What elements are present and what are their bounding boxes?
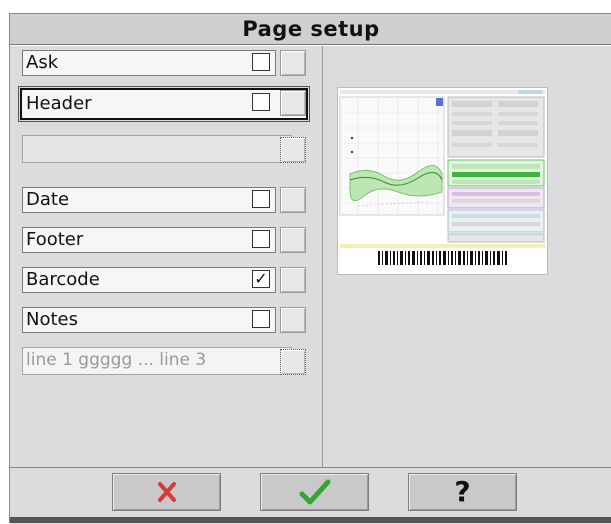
option-row-notes: Notes [14,305,320,337]
footer-option-button[interactable] [280,227,306,253]
option-row-blank [14,131,320,163]
cancel-button[interactable] [112,473,221,511]
dialog-action-bar: ? [10,467,611,524]
barcode-checkbox[interactable]: ✓ [252,270,270,288]
notes-checkbox[interactable] [252,310,270,328]
help-button[interactable]: ? [408,473,517,511]
option-row-date: Date [14,185,320,217]
options-panel: Ask Header Date Footer Barcode ✓ Notes l… [10,46,323,467]
date-checkbox[interactable] [252,190,270,208]
option-row-header: Header [14,86,320,122]
option-label-notes[interactable]: Notes [22,307,276,333]
option-row-barcode: Barcode ✓ [14,265,320,297]
question-icon: ? [454,475,471,508]
confirm-button[interactable] [260,473,369,511]
page-preview-thumbnail [337,87,548,275]
page-preview-image [338,88,547,274]
option-label-footer[interactable]: Footer [22,227,276,253]
header-checkbox[interactable] [252,93,270,111]
blank-option-button[interactable] [280,137,306,163]
dialog-title: Page setup [10,14,611,45]
notes-text-field[interactable]: line 1 ggggg ... line 3 [22,347,292,375]
option-label-header-text: Header [26,93,92,114]
option-row-footer: Footer [14,225,320,257]
ask-checkbox[interactable] [252,53,270,71]
option-label-ask[interactable]: Ask [22,50,276,76]
option-row-notes-text: line 1 ggggg ... line 3 [14,343,320,375]
barcode-option-button[interactable] [280,267,306,293]
notes-option-button[interactable] [280,307,306,333]
page-setup-dialog: Page setup Ask Header Date Footer Barcod… [9,13,611,524]
blank-text-field[interactable] [22,135,292,163]
checkmark-icon [299,479,330,505]
header-option-button[interactable] [280,90,306,116]
footer-checkbox[interactable] [252,230,270,248]
option-label-barcode[interactable]: Barcode [22,267,276,293]
notes-text-button[interactable] [280,349,306,375]
ask-option-button[interactable] [280,50,306,76]
option-label-date[interactable]: Date [22,187,276,213]
option-row-ask: Ask [14,48,320,80]
cross-icon [157,482,176,502]
date-option-button[interactable] [280,187,306,213]
